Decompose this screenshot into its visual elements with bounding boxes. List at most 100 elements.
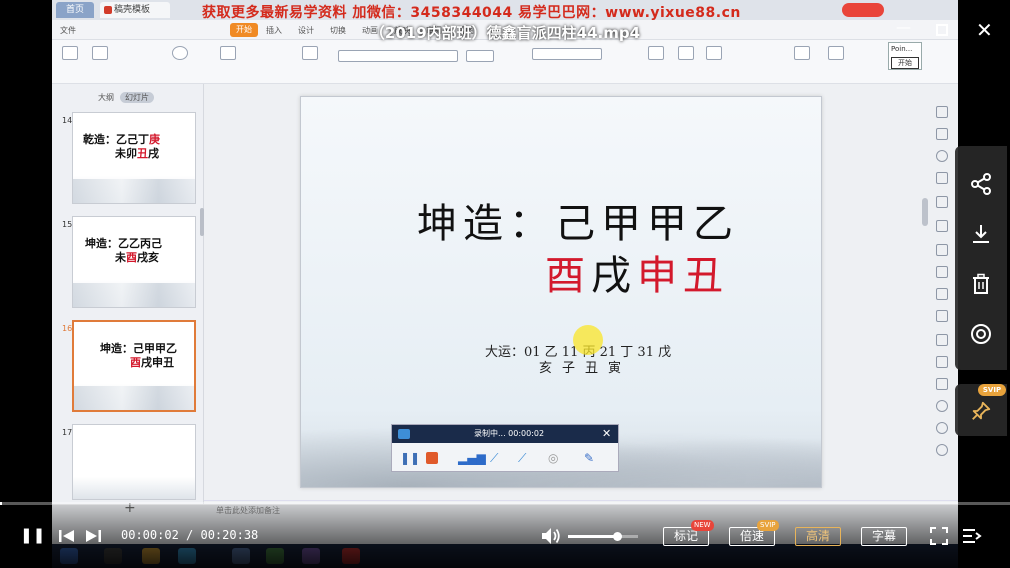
- side-tool-icon: [936, 310, 948, 322]
- wps-tab-doc: 稿壳模板: [100, 2, 170, 18]
- textbox-icon: [648, 46, 664, 60]
- side-tool-icon: [936, 266, 948, 278]
- side-tool-icon: [936, 356, 948, 368]
- close-icon[interactable]: ✕: [976, 18, 993, 42]
- volume-slider[interactable]: [568, 532, 638, 541]
- thumb-text: 戌: [148, 147, 159, 160]
- maximize-icon[interactable]: [936, 24, 948, 36]
- thumb-ink-wash: [73, 283, 195, 307]
- previous-icon[interactable]: [58, 528, 76, 544]
- speed-svip-badge: SVIP: [757, 520, 779, 531]
- new-slide-icon: [220, 46, 236, 60]
- font-size-select: [466, 50, 494, 62]
- wps-tab-bar: 首页 稿壳模板 获取更多最新易学资料 加微信：3458344044 易学巴巴网：…: [52, 0, 958, 21]
- side-tool-icon: [936, 334, 948, 346]
- side-tool-icon: [936, 400, 948, 412]
- thumb-number: 15: [62, 220, 73, 229]
- svip-badge: SVIP: [978, 384, 1006, 396]
- time-display: 00:00:02 / 00:20:38: [121, 528, 258, 542]
- download-icon[interactable]: [969, 222, 993, 246]
- time-separator: /: [178, 528, 201, 542]
- present-tools-icon: [828, 46, 844, 60]
- side-tool-icon: [936, 106, 948, 118]
- recorder-status: 录制中... 00:00:02: [474, 429, 545, 438]
- recorder-stop-icon: [426, 452, 438, 464]
- recorder-camera-icon: [398, 429, 410, 439]
- recorder-close-icon: ✕: [602, 427, 612, 440]
- thumb-text: 戌申丑: [141, 356, 174, 369]
- slide-thumbnail-active: 坤造：己甲甲乙 酉戌申丑: [72, 320, 196, 412]
- paragraph-tools: [532, 48, 602, 60]
- screenshot-icon[interactable]: [969, 322, 993, 346]
- picture-icon: [706, 46, 722, 60]
- cursor-highlight: [573, 325, 603, 355]
- thumb-text-red: 酉: [130, 356, 141, 369]
- thumb-line2: 酉戌申丑: [130, 354, 174, 370]
- thumb-ink-wash: [74, 386, 194, 410]
- share-icon[interactable]: [969, 172, 993, 196]
- recorder-pause-icon: ❚❚: [400, 451, 421, 465]
- side-tool-icon: [936, 220, 948, 232]
- pause-icon[interactable]: ❚❚: [20, 526, 45, 544]
- paste-icon: [62, 46, 78, 60]
- thumb-text: 未: [115, 251, 126, 264]
- side-tool-icon: [936, 244, 948, 256]
- playlist-icon[interactable]: [962, 528, 982, 544]
- total-time: 00:20:38: [200, 528, 259, 542]
- slide-red-text: 酉: [545, 253, 591, 299]
- wps-account-button: [842, 3, 884, 17]
- pane-tab-outline: 大纲: [98, 93, 114, 102]
- pane-scrollbar: [200, 208, 204, 236]
- watermark-banner: 获取更多最新易学资料 加微信：3458344044 易学巴巴网：www.yixu…: [202, 5, 741, 21]
- side-tool-icon: [936, 196, 948, 208]
- slide-thumbnail: 坤造：乙乙丙己 未酉戌亥: [72, 216, 196, 308]
- video-player: 首页 稿壳模板 获取更多最新易学资料 加微信：3458344044 易学巴巴网：…: [0, 0, 1010, 568]
- slide-thumbnail: 乾造：乙己丁庚 未卯丑戌: [72, 112, 196, 204]
- thumb-line2: 未卯丑戌: [115, 145, 159, 161]
- wps-tab-home: 首页: [56, 2, 94, 18]
- volume-fill: [568, 535, 617, 538]
- slide-scrollbar: [922, 198, 928, 226]
- progress-fill: [0, 502, 3, 505]
- minimize-icon[interactable]: —: [896, 18, 911, 36]
- next-icon[interactable]: [84, 528, 102, 544]
- delete-icon[interactable]: [969, 272, 993, 296]
- pointer-popup-name: Poin...: [891, 45, 913, 53]
- fullscreen-icon[interactable]: [930, 527, 948, 545]
- slide-thumbnail: [72, 424, 196, 500]
- wps-ribbon-tools: [52, 40, 958, 84]
- side-tool-icon: [936, 444, 948, 456]
- pane-tab-slides: 幻灯片: [120, 92, 154, 103]
- shape-icon: [678, 46, 694, 60]
- volume-icon[interactable]: [540, 526, 562, 546]
- screen-recorder-widget: 录制中... 00:00:02 ✕ ❚❚ ▂▄▆ ⟋ ⟋ ◎ ✎: [391, 424, 619, 472]
- volume-knob[interactable]: [613, 532, 622, 541]
- thumb-line2: 未酉戌亥: [115, 249, 159, 265]
- progress-bar[interactable]: [0, 502, 1010, 505]
- recorder-pen-icon: ⟋: [490, 451, 499, 465]
- slide-chart-line2: 酉戌申丑: [545, 243, 729, 301]
- thumb-text-red: 酉: [126, 251, 137, 264]
- pin-icon[interactable]: [970, 400, 992, 422]
- thumb-number: 17: [62, 428, 73, 437]
- video-frame[interactable]: 首页 稿壳模板 获取更多最新易学资料 加微信：3458344044 易学巴巴网：…: [52, 0, 958, 568]
- thumb-number: 16: [62, 324, 73, 333]
- cut-icon: [92, 46, 108, 60]
- doc-assistant-icon: [794, 46, 810, 60]
- video-title: （2019内部班）德鑫盲派四柱44.mp4: [369, 24, 641, 42]
- side-tool-icon: [936, 288, 948, 300]
- slide-dayun-line2: 亥子丑寅: [539, 361, 632, 376]
- side-tool-icon: [936, 422, 948, 434]
- subtitle-button[interactable]: 字幕: [861, 527, 907, 546]
- side-tool-icon: [936, 150, 948, 162]
- slide-chart-line1: 坤造：己甲甲乙: [417, 201, 739, 247]
- thumb-text-red: 丑: [137, 147, 148, 160]
- thumb-text: 未卯: [115, 147, 137, 160]
- player-side-panel: [955, 146, 1007, 370]
- play-icon: [172, 46, 188, 60]
- font-select: [338, 50, 458, 62]
- pointer-popup: Poin... 开始: [888, 42, 922, 70]
- side-tool-icon: [936, 378, 948, 390]
- thumb-number: 14: [62, 116, 73, 125]
- quality-button[interactable]: 高清: [795, 527, 841, 546]
